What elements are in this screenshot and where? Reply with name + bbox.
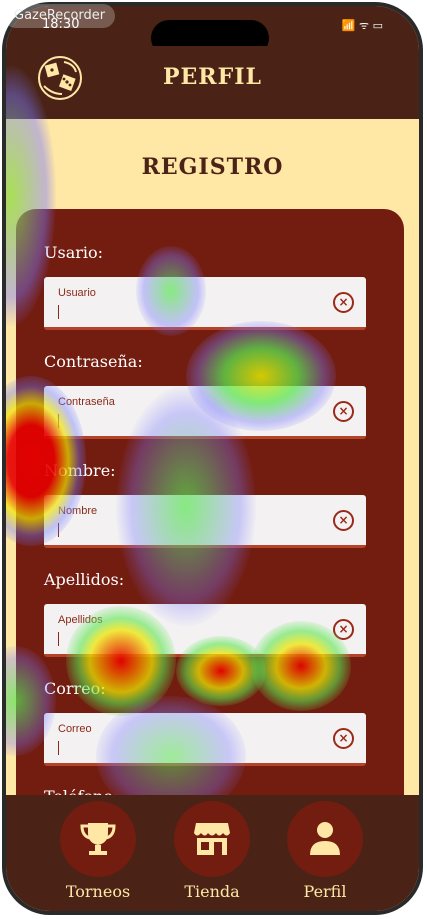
nav-perfil[interactable]: Perfil: [280, 801, 370, 901]
registration-form: Usario: Usuario × Contraseña: Contraseña…: [16, 209, 404, 849]
surname-field[interactable]: Apellidos ×: [44, 604, 366, 657]
clear-icon[interactable]: ×: [333, 292, 354, 313]
phone-frame: 18:30 📶 ᯤ ▭ PERFIL REGISTRO Usario: Usua…: [2, 2, 423, 915]
user-icon: [310, 822, 340, 855]
nav-torneos[interactable]: Torneos: [53, 801, 143, 901]
name-field[interactable]: Nombre ×: [44, 495, 366, 548]
password-label: Contraseña:: [44, 352, 143, 371]
email-label: Correo:: [44, 679, 106, 698]
name-placeholder: Nombre: [58, 505, 98, 517]
text-cursor: [58, 305, 59, 319]
nav-circle: [60, 801, 136, 877]
bottom-nav: Torneos Tienda Perfil: [6, 795, 419, 911]
text-cursor: [58, 632, 59, 646]
text-cursor: [58, 741, 59, 755]
username-placeholder: Usuario: [58, 287, 96, 299]
nav-label: Torneos: [65, 882, 131, 901]
nav-label: Tienda: [184, 882, 240, 901]
text-cursor: [58, 523, 59, 537]
username-label: Usario:: [44, 243, 104, 262]
clear-icon[interactable]: ×: [333, 619, 354, 640]
nav-circle: [174, 801, 250, 877]
clear-icon[interactable]: ×: [333, 510, 354, 531]
page-title: PERFIL: [163, 64, 262, 90]
store-icon: [194, 823, 230, 855]
nav-tienda[interactable]: Tienda: [167, 801, 257, 901]
surname-placeholder: Apellidos: [58, 614, 103, 626]
gaze-recorder-badge: GazeRecorder: [4, 4, 116, 28]
clear-icon[interactable]: ×: [333, 401, 354, 422]
clear-icon[interactable]: ×: [333, 728, 354, 749]
email-field[interactable]: Correo ×: [44, 713, 366, 766]
password-field[interactable]: Contraseña ×: [44, 386, 366, 439]
app-header: PERFIL: [6, 46, 419, 119]
nav-circle: [287, 801, 363, 877]
status-icons: 📶 ᯤ ▭: [341, 19, 383, 32]
nav-label: Perfil: [303, 882, 347, 901]
surname-label: Apellidos:: [44, 570, 125, 589]
password-placeholder: Contraseña: [58, 396, 115, 408]
username-field[interactable]: Usuario ×: [44, 277, 366, 330]
app-screen: 18:30 📶 ᯤ ▭ PERFIL REGISTRO Usario: Usua…: [6, 6, 419, 911]
name-label: Nombre:: [44, 461, 116, 480]
email-placeholder: Correo: [58, 723, 92, 735]
text-cursor: [58, 414, 59, 428]
trophy-icon: [80, 823, 116, 855]
section-title: REGISTRO: [141, 154, 284, 180]
